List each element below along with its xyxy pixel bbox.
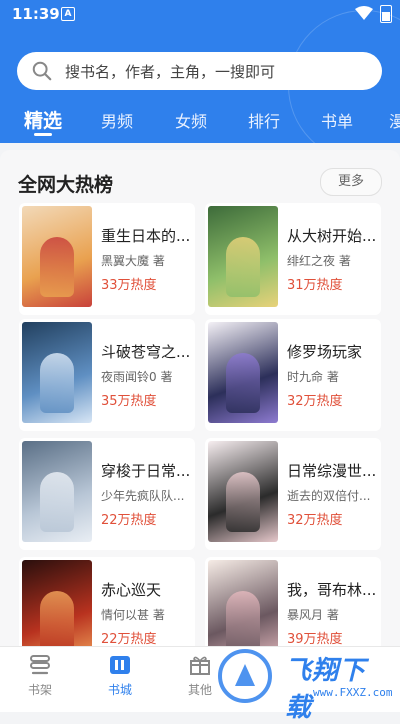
more-button[interactable]: 更多: [320, 168, 382, 196]
book-heat: 32万热度: [287, 513, 343, 528]
cover-illustration: [40, 591, 74, 646]
book-author: 夜雨闻铃0 著: [101, 370, 173, 384]
search-icon: [32, 61, 52, 81]
nav-bookshelf[interactable]: 书架: [10, 653, 70, 698]
app-header: 11:39 A 搜书名，作者，主角，一搜即可 精选 男频 女频 排行 书单 漫: [0, 0, 400, 143]
tab-featured[interactable]: 精选: [24, 106, 62, 133]
book-heat: 32万热度: [287, 394, 343, 409]
book-author: 暴风月 著: [287, 608, 339, 622]
nav-bookstore[interactable]: 书城: [90, 653, 150, 698]
tab-comic[interactable]: 漫: [389, 108, 400, 132]
book-card[interactable]: 穿梭于日常... 少年先疯队队... 22万热度: [19, 438, 195, 550]
battery-icon: [380, 5, 392, 23]
book-heat: 35万热度: [101, 394, 157, 409]
book-author: 时九命 著: [287, 370, 339, 384]
book-author: 情何以甚 著: [101, 608, 165, 622]
watermark-url: www.FXXZ.com: [313, 686, 393, 699]
nav-bookshelf-label: 书架: [27, 683, 52, 697]
book-card[interactable]: 修罗场玩家时九命 著 32万热度: [205, 319, 381, 431]
book-cover[interactable]: [22, 560, 92, 646]
book-title[interactable]: 穿梭于日常...: [101, 460, 191, 481]
book-card[interactable]: 重生日本的... 黑翼大魔 著 33万热度: [19, 203, 195, 315]
book-heat: 22万热度: [101, 513, 157, 528]
book-cover[interactable]: [22, 206, 92, 307]
book-cover[interactable]: [208, 322, 278, 423]
cover-illustration: [226, 591, 260, 646]
book-card[interactable]: 我，哥布林... 暴风月 著 39万热度: [205, 557, 381, 646]
book-heat: 39万热度: [287, 632, 343, 646]
book-title[interactable]: 斗破苍穹之...: [101, 341, 191, 362]
book-cover[interactable]: [208, 441, 278, 542]
status-bar: 11:39 A: [0, 0, 400, 30]
wifi-icon: [355, 6, 373, 20]
tab-booklist[interactable]: 书单: [321, 108, 353, 132]
book-title[interactable]: 修罗场玩家: [287, 341, 377, 362]
search-bar[interactable]: 搜书名，作者，主角，一搜即可: [17, 52, 382, 90]
book-cover[interactable]: [208, 560, 278, 646]
tab-indicator: [34, 133, 52, 136]
cover-illustration: [226, 353, 260, 413]
book-heat: 22万热度: [101, 632, 157, 646]
nav-bookstore-label: 书城: [107, 683, 132, 697]
book-title[interactable]: 我，哥布林...: [287, 579, 377, 600]
tab-female[interactable]: 女频: [175, 108, 207, 132]
book-cover[interactable]: [22, 322, 92, 423]
tab-ranking[interactable]: 排行: [248, 108, 280, 132]
book-author: 绯红之夜 著: [287, 254, 351, 268]
gift-icon: [190, 656, 210, 675]
bookshelf-icon: [30, 655, 50, 675]
cover-illustration: [40, 353, 74, 413]
section-title: 全网大热榜: [18, 174, 114, 196]
book-author: 黑翼大魔 著: [101, 254, 165, 268]
book-cover[interactable]: [22, 441, 92, 542]
cover-illustration: [226, 237, 260, 297]
cover-illustration: [40, 472, 74, 532]
book-heat: 33万热度: [101, 278, 157, 293]
book-title[interactable]: 重生日本的...: [101, 225, 191, 246]
search-input[interactable]: 搜书名，作者，主角，一搜即可: [65, 61, 275, 82]
notification-icon: A: [61, 7, 75, 21]
book-author: 逝去的双倍付...: [287, 489, 371, 503]
cover-illustration: [40, 237, 74, 297]
book-cover[interactable]: [208, 206, 278, 307]
book-card[interactable]: 从大树开始... 绯红之夜 著 31万热度: [205, 203, 381, 315]
main-content[interactable]: 全网大热榜 更多 重生日本的... 黑翼大魔 著 33万热度 从大树开始... 绯红之夜…: [0, 143, 400, 646]
tab-male[interactable]: 男频: [101, 108, 133, 132]
book-title[interactable]: 赤心巡天: [101, 579, 191, 600]
book-heat: 31万热度: [287, 278, 343, 293]
category-tabs: 精选 男频 女频 排行 书单 漫: [0, 104, 400, 138]
book-title[interactable]: 从大树开始...: [287, 225, 377, 246]
bookstore-icon: [110, 656, 130, 674]
book-card[interactable]: 赤心巡天情何以甚 著 22万热度: [19, 557, 195, 646]
book-card[interactable]: 日常综漫世... 逝去的双倍付... 32万热度: [205, 438, 381, 550]
watermark-logo-icon: [218, 649, 272, 703]
book-card[interactable]: 斗破苍穹之... 夜雨闻铃0 著 35万热度: [19, 319, 195, 431]
cover-illustration: [226, 472, 260, 532]
site-watermark: 飞翔下载 www.FXXZ.com: [215, 646, 393, 723]
status-time: 11:39: [12, 5, 60, 23]
book-title[interactable]: 日常综漫世...: [287, 460, 377, 481]
book-author: 少年先疯队队...: [101, 489, 185, 503]
